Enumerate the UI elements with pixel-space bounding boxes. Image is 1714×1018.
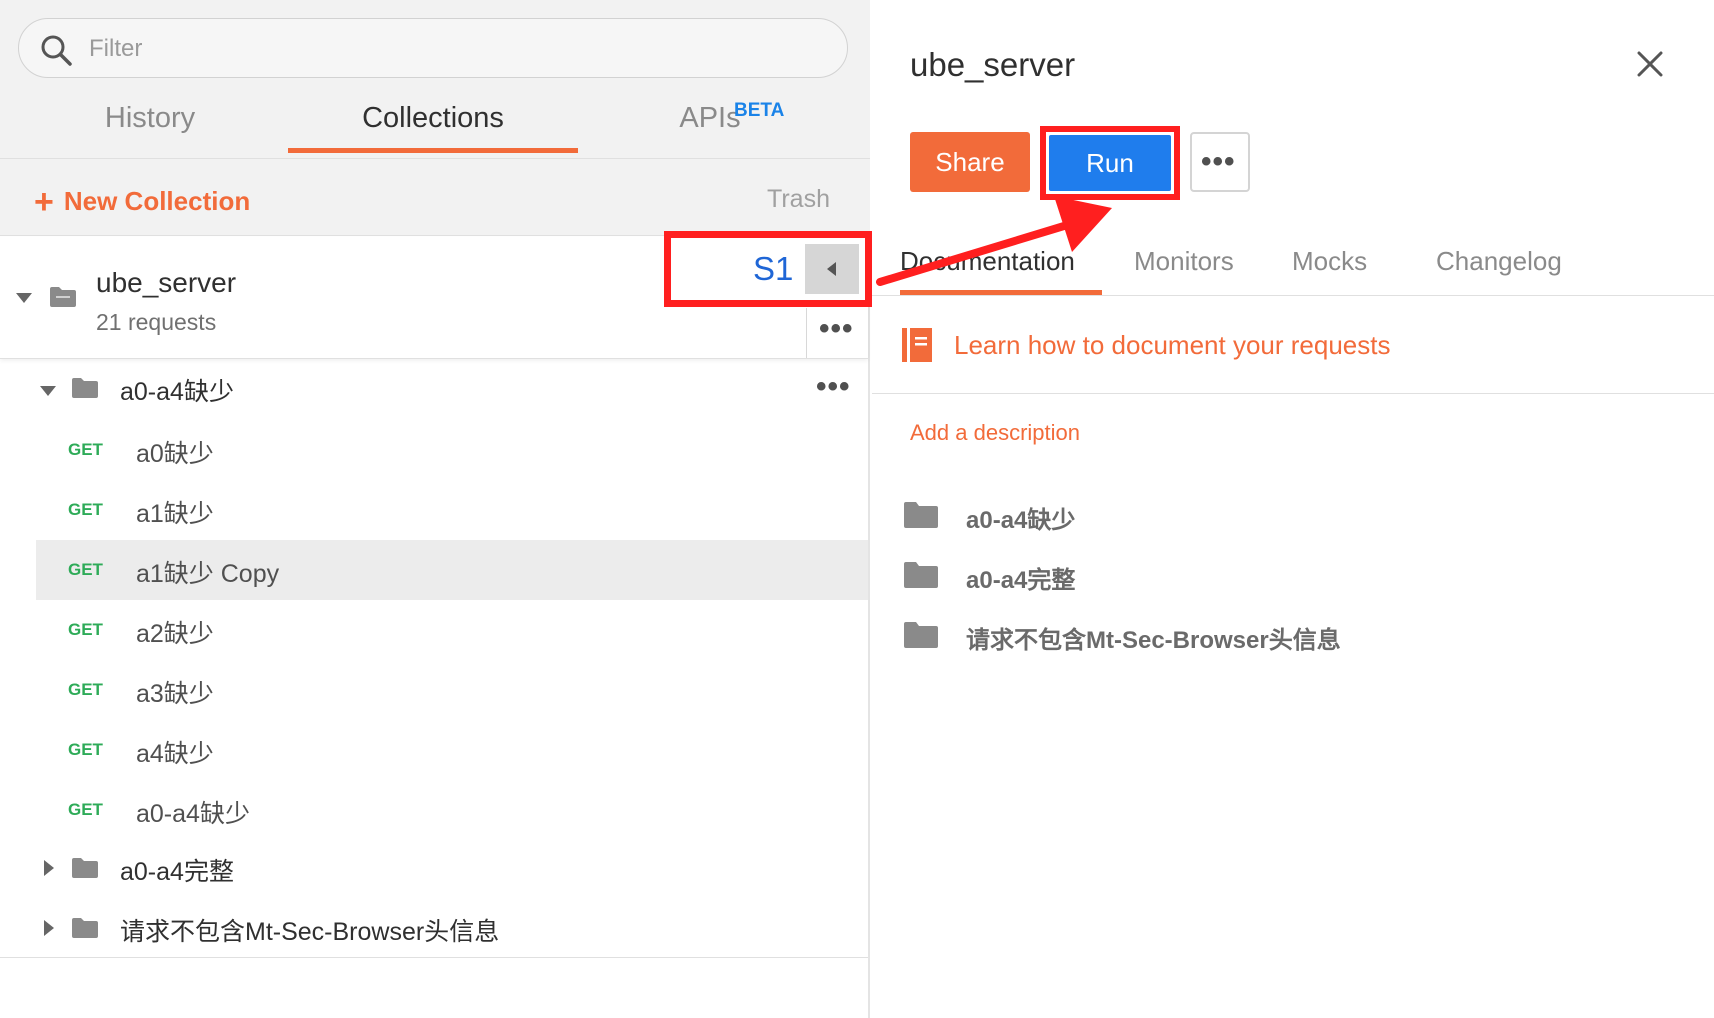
run-button[interactable]: Run (1049, 135, 1171, 191)
chevron-right-icon[interactable] (44, 920, 54, 936)
search-input[interactable] (89, 29, 809, 69)
tab-apis-label: APIs (679, 102, 741, 134)
request-row[interactable]: GET a2缺少 (0, 600, 868, 660)
folder-row[interactable]: 请求不包含Mt-Sec-Browser头信息 (0, 900, 868, 960)
book-icon (902, 328, 932, 362)
folder-icon (72, 378, 98, 398)
folder-row[interactable]: a0-a4缺少 ••• (0, 360, 868, 420)
method-badge: GET (68, 500, 103, 519)
panel-tabs: Documentation Monitors Mocks Changelog (872, 236, 1714, 296)
doc-folder-item[interactable]: a0-a4缺少 (902, 496, 1602, 536)
annotation-run-box: Run (1040, 126, 1180, 200)
collection-detail-panel: ube_server Share Run ••• Documentation M… (872, 0, 1714, 1018)
request-row[interactable]: GET a3缺少 (0, 660, 868, 720)
folder-icon (904, 622, 938, 648)
tab-documentation[interactable]: Documentation (900, 246, 1075, 277)
method-badge: GET (68, 800, 103, 819)
folder-icon (50, 287, 76, 307)
chevron-down-icon[interactable] (16, 293, 32, 303)
folder-row[interactable]: a0-a4完整 (0, 840, 868, 900)
request-row[interactable]: GET a0缺少 (0, 420, 868, 480)
folder-label: a0-a4缺少 (120, 378, 234, 406)
request-label: a4缺少 (136, 740, 214, 768)
method-badge: GET (68, 560, 103, 579)
panel-title: ube_server (910, 46, 1076, 83)
more-icon: ••• (819, 312, 854, 345)
request-label: a0缺少 (136, 440, 214, 468)
request-label: a0-a4缺少 (136, 800, 250, 828)
request-label: a1缺少 (136, 500, 214, 528)
collection-toolbar: + New Collection Trash (0, 158, 870, 236)
folder-icon (904, 502, 938, 528)
folder-icon (72, 918, 98, 938)
collapse-icon (827, 262, 836, 276)
tab-mocks[interactable]: Mocks (1292, 246, 1367, 277)
learn-docs-link[interactable]: Learn how to document your requests (954, 330, 1390, 361)
folder-label: a0-a4完整 (120, 858, 234, 886)
learn-row: Learn how to document your requests (872, 296, 1714, 394)
new-collection-label: New Collection (63, 186, 251, 216)
search-box[interactable] (18, 18, 848, 78)
plus-icon: + (34, 183, 54, 221)
request-row[interactable]: GET a0-a4缺少 (0, 780, 868, 840)
request-row[interactable]: GET a1缺少 (0, 480, 868, 540)
folder-icon (904, 562, 938, 588)
tab-active-indicator (288, 148, 578, 153)
more-icon: ••• (1201, 145, 1236, 178)
method-badge: GET (68, 680, 103, 699)
tab-history[interactable]: History (60, 102, 240, 156)
request-label: a1缺少 Copy (136, 560, 280, 588)
search-icon (41, 35, 72, 66)
method-badge: GET (68, 620, 103, 639)
beta-badge: BETA (734, 100, 785, 121)
divider (0, 957, 868, 958)
chevron-down-icon[interactable] (40, 386, 56, 396)
tab-monitors[interactable]: Monitors (1134, 246, 1234, 277)
collection-more-button[interactable]: ••• (806, 308, 868, 358)
request-label: a2缺少 (136, 620, 214, 648)
request-row-selected[interactable]: GET a1缺少 Copy (36, 540, 868, 600)
collapse-sidebar-button[interactable] (805, 244, 859, 294)
method-badge: GET (68, 740, 103, 759)
doc-folder-label: a0-a4缺少 (966, 507, 1076, 534)
share-button[interactable]: Share (910, 132, 1030, 192)
folder-label: 请求不包含Mt-Sec-Browser头信息 (120, 918, 500, 946)
folder-icon (72, 858, 98, 878)
chevron-right-icon[interactable] (44, 860, 54, 876)
tab-active-indicator (900, 290, 1102, 295)
method-badge: GET (68, 440, 103, 459)
sidebar-header: History Collections APIs BETA + New Colle… (0, 0, 870, 236)
annotation-s1-box: S1 (664, 231, 872, 307)
add-description-link[interactable]: Add a description (910, 420, 1080, 446)
annotation-s1-label: S1 (753, 250, 794, 287)
doc-folder-item[interactable]: 请求不包含Mt-Sec-Browser头信息 (902, 616, 1602, 656)
doc-folder-item[interactable]: a0-a4完整 (902, 556, 1602, 596)
sidebar: History Collections APIs BETA + New Colle… (0, 0, 870, 1018)
tab-changelog[interactable]: Changelog (1436, 246, 1562, 277)
more-icon[interactable]: ••• (816, 372, 851, 402)
close-icon[interactable] (1634, 48, 1666, 80)
sidebar-tabs: History Collections APIs BETA (0, 88, 870, 156)
collection-name[interactable]: ube_server (96, 267, 236, 299)
trash-link[interactable]: Trash (767, 185, 830, 214)
request-label: a3缺少 (136, 680, 214, 708)
request-row[interactable]: GET a4缺少 (0, 720, 868, 780)
doc-folder-label: 请求不包含Mt-Sec-Browser头信息 (966, 627, 1341, 654)
doc-folder-label: a0-a4完整 (966, 567, 1076, 594)
new-collection-button[interactable]: + New Collection (34, 183, 250, 222)
collection-request-count: 21 requests (96, 309, 217, 335)
panel-more-button[interactable]: ••• (1190, 132, 1250, 192)
